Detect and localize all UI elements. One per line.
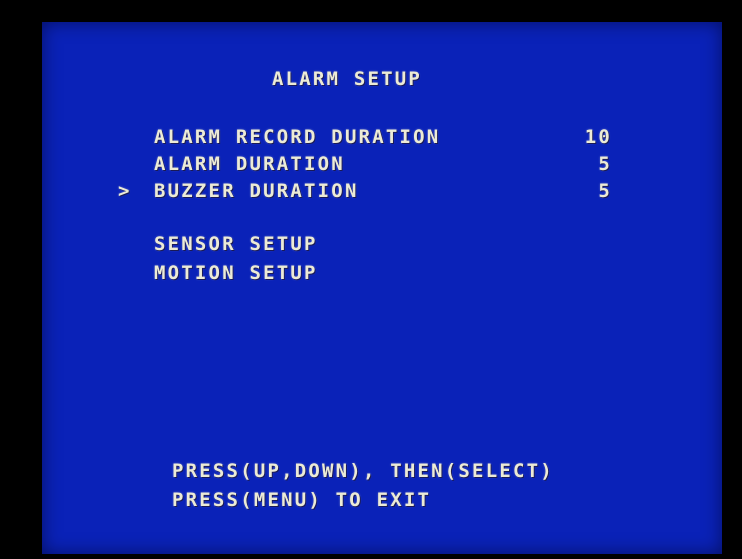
osd-screen: ALARM SETUP ALARM RECORD DURATION 10 ALA… [42, 22, 722, 554]
submenu-motion-setup[interactable]: MOTION SETUP [154, 264, 318, 283]
value-buzzer-duration[interactable]: 5 [552, 182, 612, 201]
value-alarm-duration[interactable]: 5 [552, 155, 612, 174]
instruction-exit: PRESS(MENU) TO EXIT [172, 489, 432, 511]
submenu-sensor-setup[interactable]: SENSOR SETUP [154, 235, 318, 254]
menu-title: ALARM SETUP [272, 68, 423, 90]
menu-item-buzzer-duration[interactable]: BUZZER DURATION [154, 182, 359, 201]
menu-item-alarm-record-duration[interactable]: ALARM RECORD DURATION [154, 128, 440, 147]
value-alarm-record-duration[interactable]: 10 [552, 128, 612, 147]
menu-item-alarm-duration[interactable]: ALARM DURATION [154, 155, 345, 174]
instruction-navigate: PRESS(UP,DOWN), THEN(SELECT) [172, 460, 554, 482]
selection-cursor-icon: > [118, 180, 132, 202]
